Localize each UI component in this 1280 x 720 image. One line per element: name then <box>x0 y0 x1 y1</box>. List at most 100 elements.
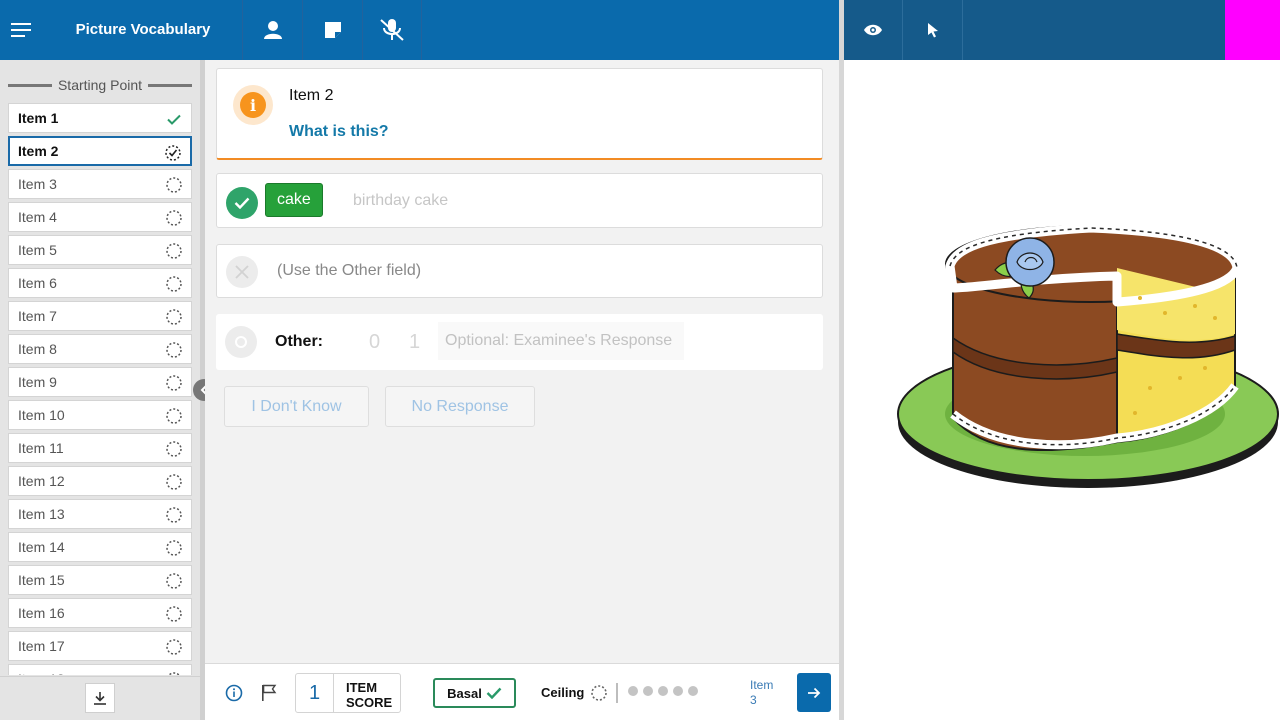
sidebar-item-label: Item 2 <box>18 143 59 159</box>
current-item-icon <box>164 144 182 162</box>
app-header: Picture Vocabulary <box>0 0 839 60</box>
sidebar-item[interactable]: Item 8 <box>8 334 192 364</box>
sidebar-item[interactable]: Item 11 <box>8 433 192 463</box>
sidebar-item-label: Item 9 <box>18 374 57 390</box>
pointer-button[interactable] <box>903 0 963 60</box>
alternate-word[interactable]: birthday cake <box>353 192 448 210</box>
sidebar-item[interactable]: Item 13 <box>8 499 192 529</box>
sidebar-item[interactable]: Item 4 <box>8 202 192 232</box>
incorrect-response-row: (Use the Other field) <box>216 244 823 298</box>
footer-separator <box>616 683 618 703</box>
notes-button[interactable] <box>302 0 362 60</box>
radio-dot-icon <box>235 336 247 348</box>
sidebar-item-label: Item 18 <box>18 671 65 675</box>
download-icon <box>94 692 106 705</box>
dont-know-button[interactable]: I Don't Know <box>224 386 369 427</box>
progress-dot <box>673 686 683 696</box>
status-color-block <box>1225 0 1280 60</box>
pane-divider[interactable] <box>839 0 844 720</box>
sidebar-item[interactable]: Item 10 <box>8 400 192 430</box>
pending-icon <box>165 539 183 557</box>
pending-icon <box>165 440 183 458</box>
sidebar-item[interactable]: Item 18 <box>8 664 192 675</box>
sidebar-item[interactable]: Item 6 <box>8 268 192 298</box>
progress-dot <box>628 686 638 696</box>
sidebar-item-label: Item 5 <box>18 242 57 258</box>
x-icon <box>235 265 249 279</box>
sidebar-item-label: Item 12 <box>18 473 65 489</box>
scoring-footer: 1 ITEM SCORE Basal Ceiling Item 3 <box>205 663 839 720</box>
sidebar-item[interactable]: Item 17 <box>8 631 192 661</box>
pending-icon <box>165 308 183 326</box>
sidebar-item[interactable]: Item 7 <box>8 301 192 331</box>
other-radio[interactable] <box>225 326 257 358</box>
incorrect-button[interactable] <box>226 256 258 288</box>
pending-icon <box>165 176 183 194</box>
item-score-label: ITEM SCORE <box>346 680 393 710</box>
sidebar-item[interactable]: Item 1 <box>8 103 192 133</box>
examinee-button[interactable] <box>242 0 302 60</box>
sidebar-item-label: Item 14 <box>18 539 65 555</box>
score-option-0[interactable]: 0 <box>369 331 380 354</box>
sidebar-item-label: Item 15 <box>18 572 65 588</box>
score-option-1[interactable]: 1 <box>409 331 420 354</box>
next-item-button[interactable] <box>797 673 831 712</box>
menu-button[interactable] <box>0 0 44 60</box>
sidebar-item-label: Item 16 <box>18 605 65 621</box>
pending-icon <box>165 275 183 293</box>
ceiling-progress-dots <box>628 686 698 696</box>
other-label: Other: <box>275 333 323 350</box>
app-title: Picture Vocabulary <box>75 21 211 38</box>
correct-word-chip[interactable]: cake <box>265 183 323 217</box>
download-button[interactable] <box>85 683 115 713</box>
starting-point-label: Starting Point <box>57 77 143 93</box>
starting-point-heading: Starting Point <box>8 76 192 94</box>
progress-dot <box>643 686 653 696</box>
check-icon <box>486 687 502 699</box>
eye-icon <box>863 24 882 36</box>
sidebar-item-label: Item 4 <box>18 209 57 225</box>
sidebar-item-label: Item 17 <box>18 638 65 654</box>
stimulus-header <box>843 0 1280 60</box>
preview-button[interactable] <box>843 0 903 60</box>
ceiling-label: Ceiling <box>541 685 585 700</box>
check-icon <box>165 110 183 128</box>
examinee-response-input[interactable] <box>438 322 684 360</box>
basal-badge: Basal <box>433 678 516 708</box>
basal-label: Basal <box>447 685 482 701</box>
sidebar-item[interactable]: Item 15 <box>8 565 192 595</box>
progress-dot <box>688 686 698 696</box>
info-button[interactable] <box>224 683 244 703</box>
sidebar-item[interactable]: Item 5 <box>8 235 192 265</box>
correct-button[interactable] <box>226 187 258 219</box>
mic-button[interactable] <box>362 0 422 60</box>
sidebar-item[interactable]: Item 12 <box>8 466 192 496</box>
ceiling-pending-icon <box>591 685 607 701</box>
pending-icon <box>165 506 183 524</box>
sidebar-item[interactable]: Item 3 <box>8 169 192 199</box>
sidebar-item[interactable]: Item 9 <box>8 367 192 397</box>
item-list[interactable]: Item 1 Item 2 Item 3 Item 4 Item 5 Item 6 Item… <box>8 103 192 675</box>
no-response-button[interactable]: No Response <box>385 386 535 427</box>
item-sidebar: Starting Point Item 1 Item 2 Item 3 Item 4 I… <box>0 60 200 720</box>
pending-icon <box>165 473 183 491</box>
pending-icon <box>165 671 183 675</box>
sidebar-item-label: Item 11 <box>18 440 64 456</box>
note-icon <box>324 22 341 38</box>
next-item-label: Item 3 <box>750 678 774 707</box>
info-icon: i <box>240 92 266 118</box>
pending-icon <box>165 242 183 260</box>
arrow-right-icon <box>808 687 821 698</box>
pending-icon <box>165 638 183 656</box>
item-panel: i Item 2 What is this? cake birthday cak… <box>205 60 839 663</box>
item-score-box: 1 ITEM SCORE <box>295 673 401 713</box>
flag-button[interactable] <box>259 683 279 703</box>
question-card: i Item 2 What is this? <box>216 68 823 160</box>
item-score-value: 1 <box>296 674 334 712</box>
menu-icon <box>11 23 31 37</box>
sidebar-item[interactable]: Item 14 <box>8 532 192 562</box>
progress-dot <box>658 686 668 696</box>
sidebar-item[interactable]: Item 2 <box>8 136 192 166</box>
info-outline-icon <box>225 684 243 702</box>
sidebar-item[interactable]: Item 16 <box>8 598 192 628</box>
